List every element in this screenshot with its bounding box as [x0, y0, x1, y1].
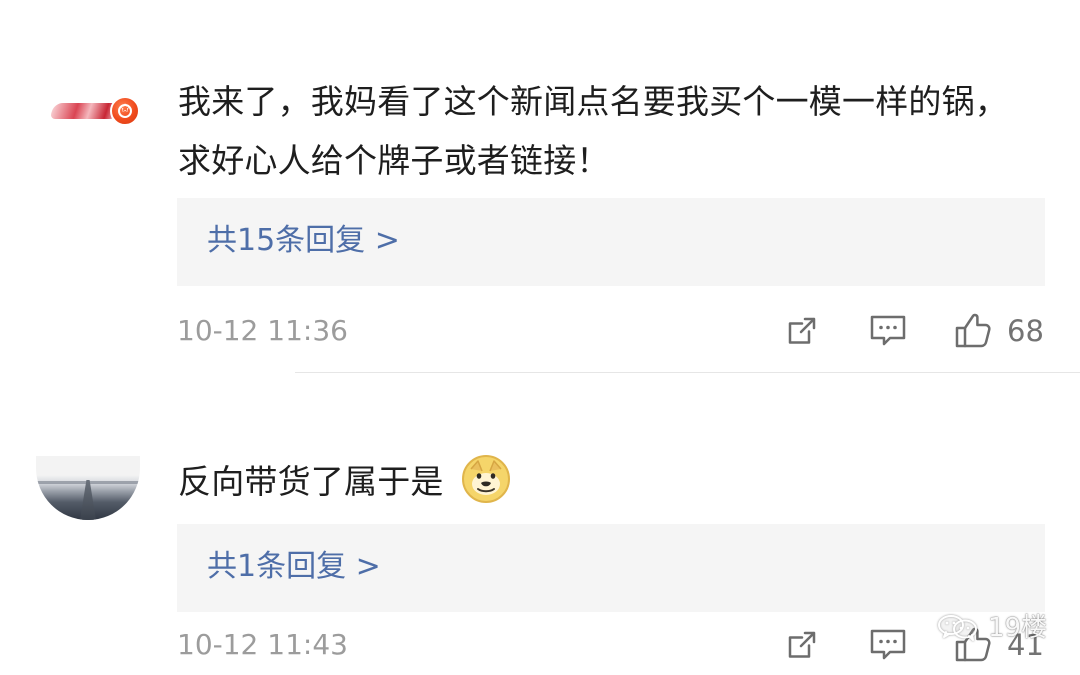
reply-summary-box[interactable]: 共15条回复 >	[177, 198, 1045, 286]
comment-meta: 10-12 11:43 41	[177, 624, 1045, 666]
comment-text: 反向带货了属于是	[178, 452, 1038, 511]
watermark-brand: 19楼	[988, 613, 1048, 643]
like-count: 68	[1007, 314, 1044, 348]
brand-watermark: 19楼	[936, 606, 1054, 650]
like-action[interactable]: 68	[953, 312, 1045, 350]
avatar-image	[36, 78, 140, 142]
comment-text-content: 反向带货了属于是	[178, 462, 444, 501]
share-icon[interactable]	[783, 626, 821, 664]
verified-badge-icon	[110, 96, 140, 126]
wechat-icon	[936, 612, 984, 642]
avatar-image	[36, 456, 140, 520]
reply-count-link[interactable]: 共15条回复 >	[207, 222, 400, 260]
comment-text: 我来了，我妈看了这个新闻点名要我买个一模一样的锅，求好心人给个牌子或者链接！	[178, 82, 1008, 180]
thumbs-up-icon	[953, 312, 993, 350]
comment-icon[interactable]	[868, 626, 908, 664]
share-icon[interactable]	[783, 312, 821, 350]
comment-time: 10-12 11:36	[177, 314, 348, 347]
user-avatar[interactable]	[36, 78, 140, 142]
doge-emoji	[460, 453, 512, 505]
comment-time: 10-12 11:43	[177, 628, 348, 661]
comment-icon[interactable]	[868, 312, 908, 350]
user-avatar[interactable]	[36, 456, 140, 520]
comment-divider	[295, 372, 1080, 373]
comment-meta: 10-12 11:36 68	[177, 310, 1045, 352]
reply-summary-box[interactable]: 共1条回复 >	[177, 524, 1045, 612]
reply-count-link[interactable]: 共1条回复 >	[207, 548, 381, 586]
avatar-path	[80, 480, 96, 520]
